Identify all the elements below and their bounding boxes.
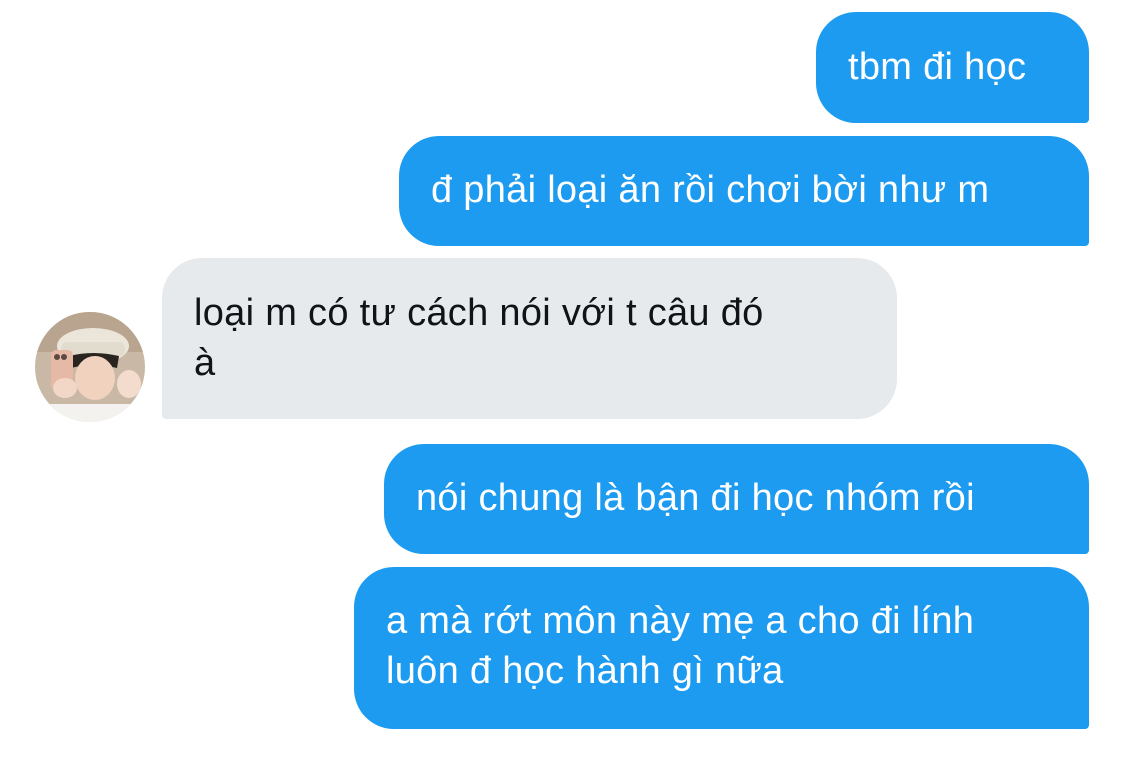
outgoing-message-bubble[interactable]: nói chung là bận đi học nhóm rồi xyxy=(384,444,1089,554)
outgoing-message-bubble[interactable]: đ phải loại ăn rồi chơi bời như m xyxy=(399,136,1089,246)
incoming-message-bubble[interactable]: loại m có tư cách nói với t câu đó à xyxy=(162,258,897,419)
outgoing-message-bubble[interactable]: tbm đi học xyxy=(816,12,1089,123)
outgoing-message-bubble[interactable]: a mà rớt môn này mẹ a cho đi lính luôn đ… xyxy=(354,567,1089,729)
contact-avatar[interactable] xyxy=(35,312,145,422)
user-photo-avatar-icon xyxy=(35,312,145,422)
